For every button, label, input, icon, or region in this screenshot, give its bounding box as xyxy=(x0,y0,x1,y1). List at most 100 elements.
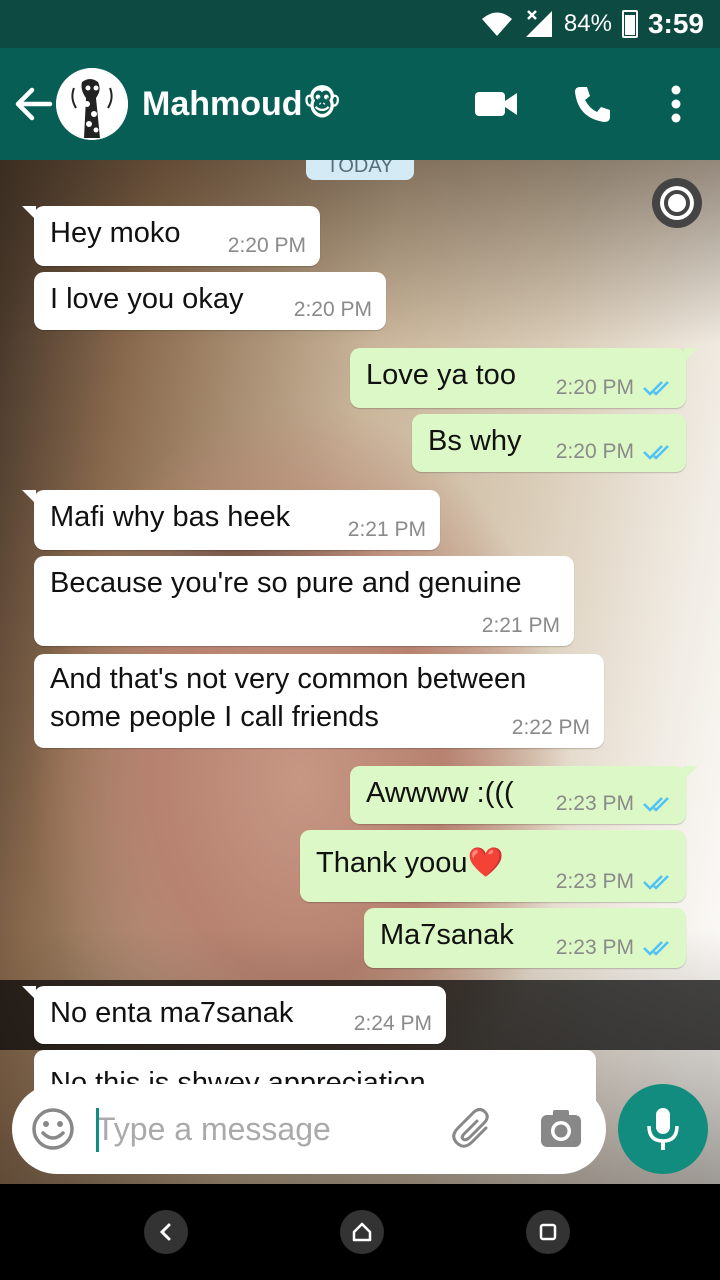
message-text: No enta ma7sanak xyxy=(50,997,294,1029)
arrow-left-icon xyxy=(15,87,53,121)
text-caret xyxy=(96,1108,99,1152)
message-bubble-outgoing[interactable]: Awwww :((( 2:23 PM xyxy=(350,766,698,824)
avatar[interactable] xyxy=(56,68,128,140)
message-bubble-outgoing[interactable]: Thank yoou❤️ 2:23 PM xyxy=(300,830,686,902)
bubble-tail xyxy=(22,490,36,504)
message-text: Awwww :((( xyxy=(366,777,514,809)
message-text-line: And that's not very common between xyxy=(50,663,527,695)
voice-call-button[interactable] xyxy=(566,78,618,130)
message-meta: 2:20 PM xyxy=(556,376,672,400)
battery-icon xyxy=(621,10,638,38)
message-bubble-incoming[interactable]: I love you okay 2:20 PM xyxy=(34,272,386,330)
message-text: Thank yoou xyxy=(316,847,468,879)
nav-back-button[interactable] xyxy=(144,1210,188,1254)
wifi-icon xyxy=(481,12,512,36)
double-check-icon xyxy=(643,445,669,460)
phone-icon xyxy=(575,87,610,122)
message-time: 2:20 PM xyxy=(227,234,306,257)
chat-header: Mahmoud🐵 xyxy=(0,48,720,160)
nav-home-button[interactable] xyxy=(340,1210,384,1254)
nav-recents-icon xyxy=(539,1223,557,1241)
video-camera-icon xyxy=(475,92,517,116)
attach-button[interactable] xyxy=(450,1106,496,1152)
screen-record-button[interactable] xyxy=(652,178,702,228)
message-meta: 2:20 PM xyxy=(556,440,672,464)
message-meta: 2:24 PM xyxy=(354,1012,432,1036)
message-bubble-incoming[interactable]: Because you're so pure and genuine 2:21 … xyxy=(34,556,574,646)
bubble-tail xyxy=(22,206,36,220)
message-time: 2:20 PM xyxy=(555,440,634,463)
red-heart-emoji: ❤️ xyxy=(467,847,504,879)
message-text: Because you're so pure and genuine xyxy=(50,567,522,599)
contact-name-text: Mahmoud xyxy=(142,85,303,123)
message-time: 2:20 PM xyxy=(293,298,372,321)
camera-icon xyxy=(541,1110,581,1147)
monkey-emoji: 🐵 xyxy=(302,85,342,123)
message-text: Bs why xyxy=(428,425,522,457)
nav-recents-button[interactable] xyxy=(526,1210,570,1254)
status-bar: 84% 3:59 xyxy=(0,0,720,48)
message-bubble-incoming[interactable]: Mafi why bas heek 2:21 PM xyxy=(22,490,440,550)
message-text: Love ya too xyxy=(366,359,516,391)
message-meta: 2:23 PM xyxy=(556,936,672,960)
bubble-tail xyxy=(684,766,698,780)
double-check-icon xyxy=(643,797,669,812)
bubble-tail xyxy=(684,348,698,362)
message-time: 2:23 PM xyxy=(555,870,634,893)
message-bubble-incoming[interactable]: Hey moko 2:20 PM xyxy=(22,206,320,266)
message-text: Ma7sanak xyxy=(380,919,514,951)
message-time: 2:20 PM xyxy=(555,376,634,399)
message-meta: 2:22 PM xyxy=(512,716,590,740)
message-bubble-outgoing[interactable]: Ma7sanak 2:23 PM xyxy=(364,908,686,968)
giraffe-avatar-image xyxy=(56,68,128,140)
back-button[interactable] xyxy=(12,82,56,126)
more-options-button[interactable] xyxy=(650,78,702,130)
message-meta: 2:21 PM xyxy=(482,614,560,638)
message-bubble-incoming[interactable]: And that's not very common between some … xyxy=(34,654,604,748)
message-meta: 2:23 PM xyxy=(556,870,672,894)
message-time: 2:23 PM xyxy=(555,936,634,959)
message-bubble-incoming[interactable]: No enta ma7sanak 2:24 PM xyxy=(22,986,446,1044)
message-time: 2:21 PM xyxy=(347,518,426,541)
nav-home-icon xyxy=(352,1222,372,1242)
message-time: 2:21 PM xyxy=(481,614,560,637)
bubble-tail xyxy=(22,986,36,1000)
message-text: Mafi why bas heek xyxy=(50,501,291,533)
emoji-button[interactable] xyxy=(30,1106,76,1152)
battery-percent: 84% xyxy=(563,10,612,37)
message-meta: 2:20 PM xyxy=(294,298,372,322)
double-check-icon xyxy=(643,941,669,956)
microphone-icon xyxy=(647,1108,679,1150)
message-time: 2:23 PM xyxy=(555,792,634,815)
message-bubble-outgoing[interactable]: Bs why 2:20 PM xyxy=(412,414,686,472)
message-composer xyxy=(12,1084,606,1174)
more-vert-icon xyxy=(671,85,681,123)
record-icon xyxy=(664,190,690,216)
message-text: Hey moko xyxy=(50,217,181,249)
chat-area[interactable]: TODAY Hey moko 2:20 PM I love you okay 2… xyxy=(0,160,720,1184)
double-check-icon xyxy=(643,875,669,890)
message-meta: 2:20 PM xyxy=(228,234,306,258)
smiley-icon xyxy=(32,1108,74,1150)
status-icons: 84% 3:59 xyxy=(480,6,704,42)
message-text-line: some people I call friends xyxy=(50,701,379,733)
message-time: 2:24 PM xyxy=(353,1012,432,1035)
clock: 3:59 xyxy=(647,8,704,39)
message-text-wrap: Thank yoou❤️ xyxy=(316,844,504,882)
nav-back-icon xyxy=(159,1223,171,1241)
message-meta: 2:21 PM xyxy=(348,518,426,542)
date-divider: TODAY xyxy=(306,160,414,180)
camera-button[interactable] xyxy=(538,1106,584,1152)
video-call-button[interactable] xyxy=(470,78,522,130)
system-navigation-bar xyxy=(0,1184,720,1280)
paperclip-icon xyxy=(452,1108,489,1148)
message-text: I love you okay xyxy=(50,283,244,315)
message-meta: 2:23 PM xyxy=(556,792,672,816)
message-time: 2:22 PM xyxy=(511,716,590,739)
signal-icon xyxy=(525,10,552,37)
contact-name[interactable]: Mahmoud🐵 xyxy=(142,84,342,124)
message-input[interactable] xyxy=(96,1104,426,1154)
double-check-icon xyxy=(643,381,669,396)
voice-message-button[interactable] xyxy=(618,1084,708,1174)
message-bubble-outgoing[interactable]: Love ya too 2:20 PM xyxy=(350,348,698,408)
